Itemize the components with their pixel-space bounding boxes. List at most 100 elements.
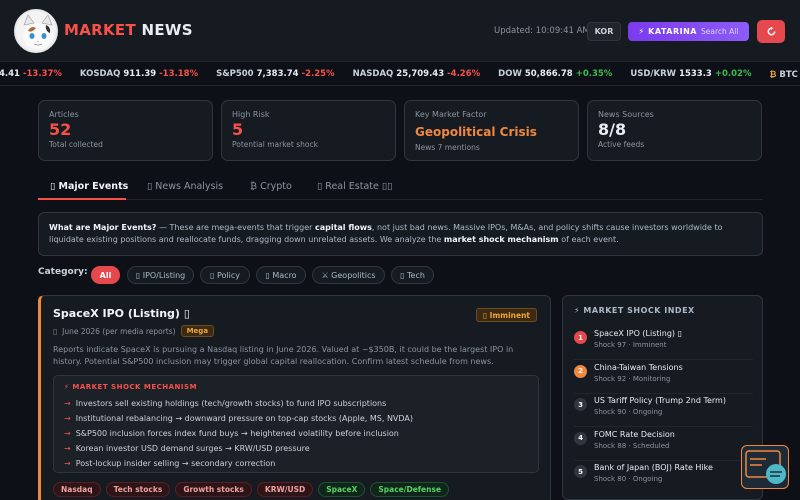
tag-negative[interactable]: Growth stocks — [175, 482, 252, 497]
language-button[interactable]: KOR — [587, 22, 621, 41]
shock-index-panel: ⚡ MARKET SHOCK INDEX 1 SpaceX IPO (Listin… — [562, 295, 763, 500]
tab-label: Major Events — [58, 181, 129, 192]
tag-positive[interactable]: SpaceX — [318, 482, 366, 497]
stat-value: 52 — [49, 120, 72, 139]
tag-negative[interactable]: Nasdaq — [53, 482, 101, 497]
shock-item-score: Shock 88 · Scheduled — [594, 441, 670, 450]
category-chip-tech[interactable]: ▯ Tech — [391, 266, 434, 284]
arrow-icon: → — [64, 429, 71, 438]
event-card[interactable]: SpaceX IPO (Listing) ▯ ▯ Imminent ▯ June… — [38, 295, 551, 500]
chip-label: Policy — [216, 270, 240, 280]
bitcoin-icon: ₿ — [250, 181, 258, 192]
info-bold: capital flows — [314, 223, 372, 232]
arrow-icon: → — [64, 414, 71, 423]
arrow-icon: → — [64, 459, 71, 468]
bolt-icon: ⚡ — [638, 27, 645, 36]
ticker-item: ₿ BTC$63, — [769, 69, 800, 80]
refresh-icon — [767, 26, 775, 36]
tab-crypto[interactable]: ₿ Crypto — [250, 181, 292, 192]
category-chip-policy[interactable]: ▯ Policy — [200, 266, 250, 284]
shock-index-item[interactable]: 1 SpaceX IPO (Listing) ▯ Shock 97 · Immine… — [574, 327, 753, 360]
shock-item-name: Bank of Japan (BOJ) Rate Hike — [594, 463, 713, 472]
shock-index-item[interactable]: 5 Bank of Japan (BOJ) Rate Hike Shock 80 ·… — [574, 461, 753, 494]
event-meta: ▯ June 2026 (per media reports) Mega — [53, 325, 538, 337]
mechanism-text: S&P500 inclusion forces index fund buys … — [75, 429, 399, 438]
category-chip-all[interactable]: All — [91, 266, 120, 284]
tab-real-estate[interactable]: ▯ Real Estate ▯▯ — [317, 181, 392, 192]
shock-item-name: SpaceX IPO (Listing) ▯ — [594, 329, 682, 338]
ticker-name: DOW — [498, 69, 522, 79]
stat-sub: Potential market shock — [232, 140, 318, 149]
category-chip-ipo[interactable]: ▯ IPO/Listing — [127, 266, 194, 284]
shock-item-score: Shock 80 · Ongoing — [594, 475, 663, 483]
tag-negative[interactable]: Tech stocks — [105, 482, 171, 497]
ticker-name: USD/KRW — [630, 69, 677, 79]
rocket-icon: ▯ — [183, 307, 190, 320]
tab-news-analysis[interactable]: ▯ News Analysis — [147, 181, 223, 192]
shock-index-item[interactable]: 2 China-Taiwan Tensions Shock 92 · Monitor… — [574, 361, 753, 394]
ticker-item: NASDAQ 25,709.43 -4.26% — [353, 69, 481, 80]
status-text: Imminent — [489, 310, 530, 320]
flag-icon: ▯▯ — [381, 181, 393, 192]
macro-icon: ▯ — [265, 270, 273, 280]
category-label: Category: — [38, 267, 88, 277]
stat-sub: Active feeds — [598, 140, 645, 149]
ticker-value: 7,383.74 — [256, 69, 299, 79]
stat-label: News Sources — [598, 110, 654, 119]
ticker-name: KOSDAQ — [79, 69, 121, 79]
arrow-icon: → — [64, 399, 71, 408]
rocket-icon: ▯ — [677, 329, 682, 338]
mechanism-text: Institutional rebalancing → downward pre… — [75, 414, 414, 423]
stat-card-articles: Articles 52 Total collected — [38, 100, 213, 161]
updated-time: Updated: 10:09:41 AM — [494, 26, 590, 36]
ticker-change: -13.37% — [22, 69, 62, 79]
shock-index-item[interactable]: 4 FOMC Rate Decision Shock 88 · Scheduled — [574, 428, 753, 461]
stat-card-key-factor: Key Market Factor Geopolitical Crisis Ne… — [404, 100, 579, 161]
chip-label: IPO/Listing — [142, 270, 186, 280]
rank-badge: 1 — [574, 331, 587, 344]
mechanism-item: → S&P500 inclusion forces index fund buys… — [64, 426, 528, 441]
ticker-value: 50,866.78 — [524, 69, 573, 79]
mechanism-text: Post-lockup insider selling → secondary … — [75, 459, 276, 468]
event-date: June 2026 (per media reports) — [62, 326, 176, 336]
ticker-name: BTC — [779, 70, 798, 80]
chat-icon — [745, 450, 786, 484]
cat-logo — [14, 9, 58, 53]
tag-positive[interactable]: Space/Defense — [370, 482, 450, 497]
refresh-button[interactable] — [757, 20, 785, 43]
bitcoin-icon: ₿ — [769, 70, 780, 80]
chip-label: Tech — [407, 270, 425, 280]
ticker-name: NASDAQ — [352, 69, 394, 79]
shock-item-name-text: Bank of Japan (BOJ) Rate Hike — [594, 463, 713, 472]
app-header: MARKET NEWS Updated: 10:09:41 AM KOR ⚡ K… — [0, 0, 800, 62]
rank-badge: 5 — [574, 465, 587, 478]
stat-value: 8/8 — [598, 120, 627, 139]
brand-market: MARKET — [64, 21, 136, 39]
katarina-search-button[interactable]: ⚡ KATARINA Search All — [628, 22, 749, 41]
rocket-icon: ▯ — [135, 270, 143, 280]
shock-item-name-text: SpaceX IPO (Listing) — [594, 329, 676, 338]
mechanism-item: → Investors sell existing holdings (tech/… — [64, 396, 528, 411]
tab-label: Crypto — [260, 181, 292, 192]
tab-label: Real Estate — [325, 181, 379, 192]
ticker-change: -13.18% — [159, 69, 199, 79]
stat-sub: News 7 mentions — [415, 143, 480, 152]
tab-major-events[interactable]: ▯ Major Events — [50, 181, 128, 192]
shock-index-item[interactable]: 3 US Tariff Policy (Trump 2nd Term) Shock … — [574, 394, 753, 427]
shock-item-name-text: FOMC Rate Decision — [594, 429, 675, 439]
info-bold: market shock mechanism — [443, 235, 559, 244]
assistant-widget-button[interactable] — [741, 445, 789, 489]
status-badge: ▯ Imminent — [475, 308, 537, 322]
category-chip-geopolitics[interactable]: ⚔ Geopolitics — [312, 266, 385, 284]
ticker-value: 1533.3 — [679, 69, 712, 79]
event-icon: ▯ — [50, 181, 56, 192]
mechanism-title-text: MARKET SHOCK MECHANISM — [72, 383, 198, 391]
category-chip-macro[interactable]: ▯ Macro — [256, 266, 306, 284]
shock-mechanism-box: ⚡ MARKET SHOCK MECHANISM → Investors sell… — [53, 375, 539, 473]
search-all-label: Search All — [701, 27, 739, 36]
stat-label: Key Market Factor — [415, 110, 487, 119]
shock-title-text: MARKET SHOCK INDEX — [583, 306, 695, 315]
alarm-icon: ▯ — [482, 310, 490, 320]
tag-negative[interactable]: KRW/USD — [256, 482, 314, 497]
affected-tags: Nasdaq Tech stocks Growth stocks KRW/USD Spa… — [53, 482, 450, 497]
